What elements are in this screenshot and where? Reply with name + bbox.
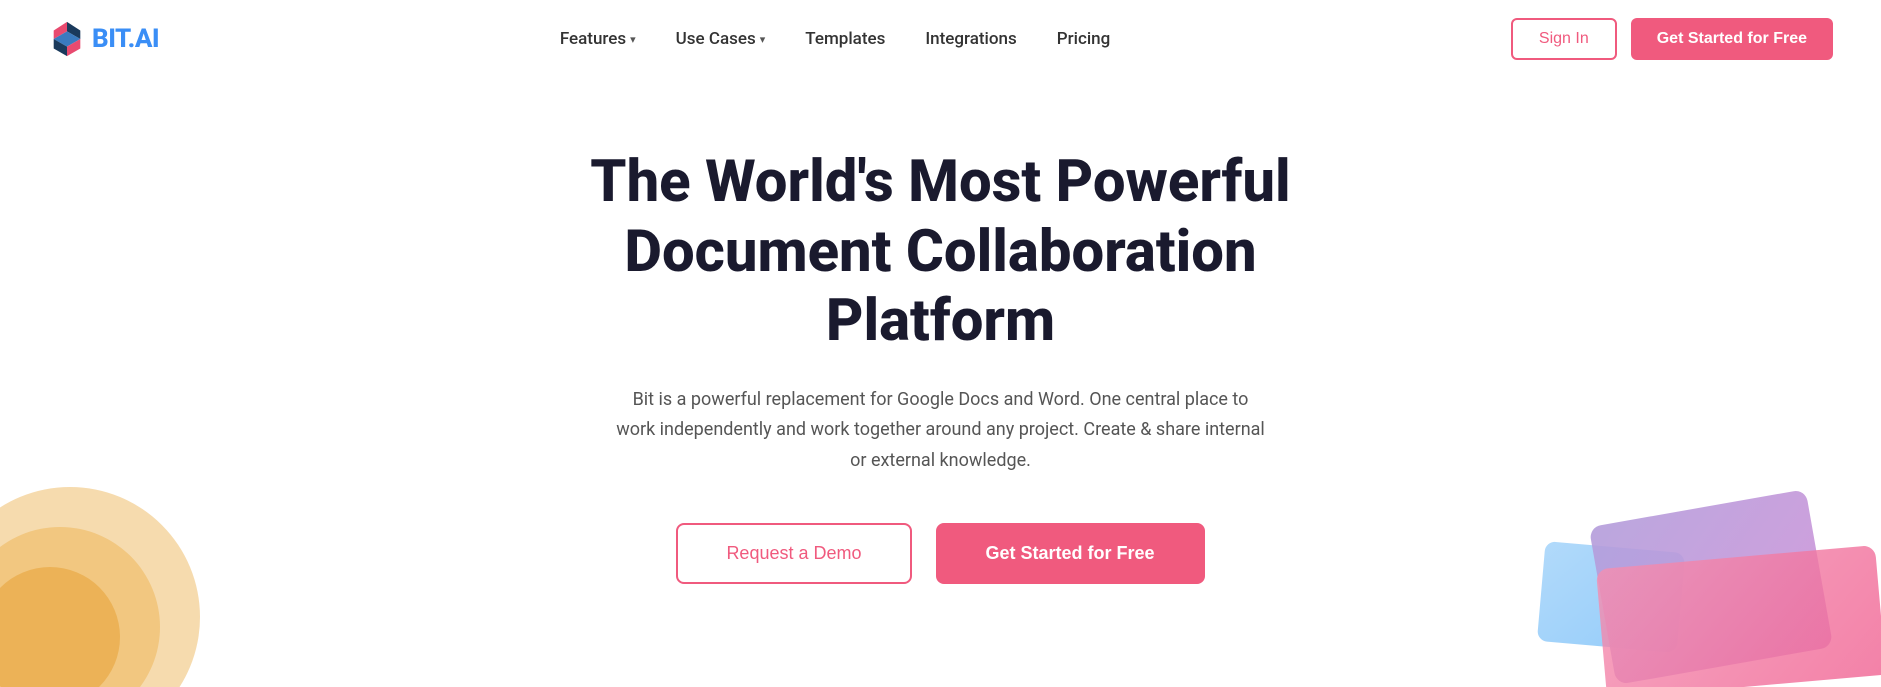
use-cases-chevron-icon: ▾ — [760, 33, 766, 46]
hero-subtext: Bit is a powerful replacement for Google… — [616, 385, 1266, 477]
hero-buttons: Request a Demo Get Started for Free — [676, 523, 1204, 584]
get-started-nav-button[interactable]: Get Started for Free — [1631, 18, 1833, 60]
logo-icon — [48, 20, 86, 58]
nav-item-templates[interactable]: Templates — [805, 29, 885, 49]
logo-text: BIT.AI — [92, 24, 159, 54]
nav-links: Features ▾ Use Cases ▾ Templates Integra… — [560, 29, 1110, 49]
hero-section: The World's Most Powerful Document Colla… — [0, 78, 1881, 644]
features-chevron-icon: ▾ — [630, 33, 636, 46]
request-demo-button[interactable]: Request a Demo — [676, 523, 911, 584]
nav-item-use-cases[interactable]: Use Cases ▾ — [676, 29, 766, 49]
nav-item-features[interactable]: Features ▾ — [560, 29, 636, 49]
nav-actions: Sign In Get Started for Free — [1511, 18, 1833, 60]
logo[interactable]: BIT.AI — [48, 20, 159, 58]
nav-item-pricing[interactable]: Pricing — [1057, 29, 1111, 49]
signin-button[interactable]: Sign In — [1511, 18, 1617, 60]
nav-item-integrations[interactable]: Integrations — [925, 29, 1016, 49]
get-started-hero-button[interactable]: Get Started for Free — [936, 523, 1205, 584]
navbar: BIT.AI Features ▾ Use Cases ▾ Templates … — [0, 0, 1881, 78]
hero-headline: The World's Most Powerful Document Colla… — [551, 148, 1331, 357]
